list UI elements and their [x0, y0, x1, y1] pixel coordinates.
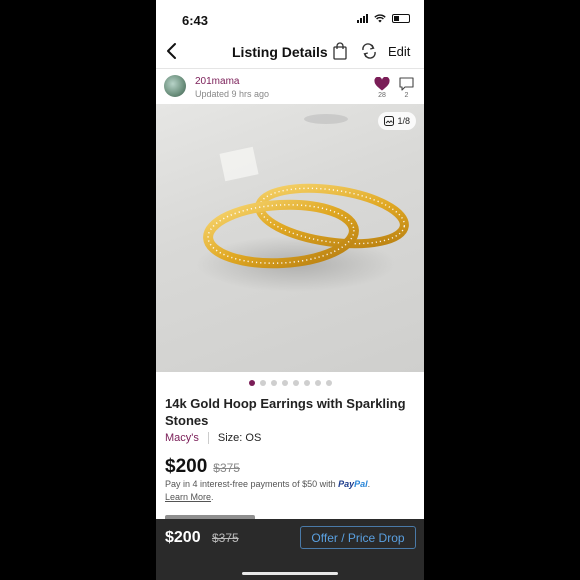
photo-counter: 1/8: [378, 112, 416, 130]
page-title: Listing Details: [232, 44, 328, 60]
avatar[interactable]: [164, 75, 186, 97]
bottom-action-bar: $200 $375 Offer / Price Drop: [156, 519, 424, 580]
divider: [156, 68, 424, 69]
size-label: Size: OS: [217, 432, 262, 444]
share-icon[interactable]: [360, 42, 378, 60]
paypal-installments: Pay in 4 interest-free payments of $50 w…: [165, 479, 371, 502]
brand-link[interactable]: Macy's: [165, 432, 199, 444]
gallery-dot[interactable]: [293, 380, 299, 386]
listing-price: $200: [165, 456, 208, 477]
gallery-dot[interactable]: [315, 380, 321, 386]
meta-divider: [207, 432, 209, 444]
wifi-icon: [374, 14, 386, 23]
listing-title: 14k Gold Hoop Earrings with Sparkling St…: [165, 396, 406, 428]
backdrop-right: [424, 0, 580, 580]
comment-icon[interactable]: [399, 77, 414, 91]
listing-photo[interactable]: 1/8: [156, 104, 424, 372]
comment-count: 2: [404, 92, 409, 99]
heart-icon[interactable]: [374, 77, 390, 91]
status-bar: 6:43: [156, 0, 424, 40]
listing-meta: Macy's Size: OS: [165, 432, 261, 444]
seller-row: 201mama Updated 9 hrs ago 28 2: [156, 72, 424, 102]
edit-button[interactable]: Edit: [388, 44, 410, 59]
gallery-icon: [384, 116, 395, 126]
gallery-dot[interactable]: [271, 380, 277, 386]
photo-counter-text: 1/8: [397, 116, 410, 126]
seller-username[interactable]: 201mama: [195, 76, 239, 87]
battery-icon: [392, 14, 410, 23]
gallery-dot[interactable]: [304, 380, 310, 386]
bottom-original-price: $375: [212, 531, 239, 545]
paypal-installments-text: Pay in 4 interest-free payments of $50 w…: [165, 479, 339, 489]
shopping-bag-icon[interactable]: [332, 42, 348, 60]
gallery-dot[interactable]: [326, 380, 332, 386]
gallery-dots[interactable]: [249, 380, 332, 386]
status-time: 6:43: [182, 13, 209, 28]
bottom-price: $200: [165, 529, 201, 546]
gallery-dot[interactable]: [260, 380, 266, 386]
phone-screen: 6:43 Listing Details Edit 201mama Update…: [156, 0, 424, 580]
backdrop-left: [0, 0, 156, 580]
learn-more-link[interactable]: Learn More: [165, 492, 211, 502]
gallery-dot[interactable]: [249, 380, 255, 386]
earrings-image: [196, 114, 409, 292]
signal-icon: [357, 14, 368, 23]
listing-updated-time: Updated 9 hrs ago: [195, 89, 270, 99]
paypal-logo: PayPal: [338, 479, 368, 489]
status-icons: [357, 14, 410, 23]
home-indicator: [242, 572, 338, 575]
price-row: $200 $375: [165, 456, 240, 478]
gallery-dot[interactable]: [282, 380, 288, 386]
offer-price-drop-button[interactable]: Offer / Price Drop: [300, 526, 416, 549]
nav-bar: Listing Details Edit: [156, 40, 424, 66]
back-icon[interactable]: [162, 40, 182, 62]
like-count: 28: [378, 92, 386, 99]
original-price: $375: [213, 461, 240, 475]
